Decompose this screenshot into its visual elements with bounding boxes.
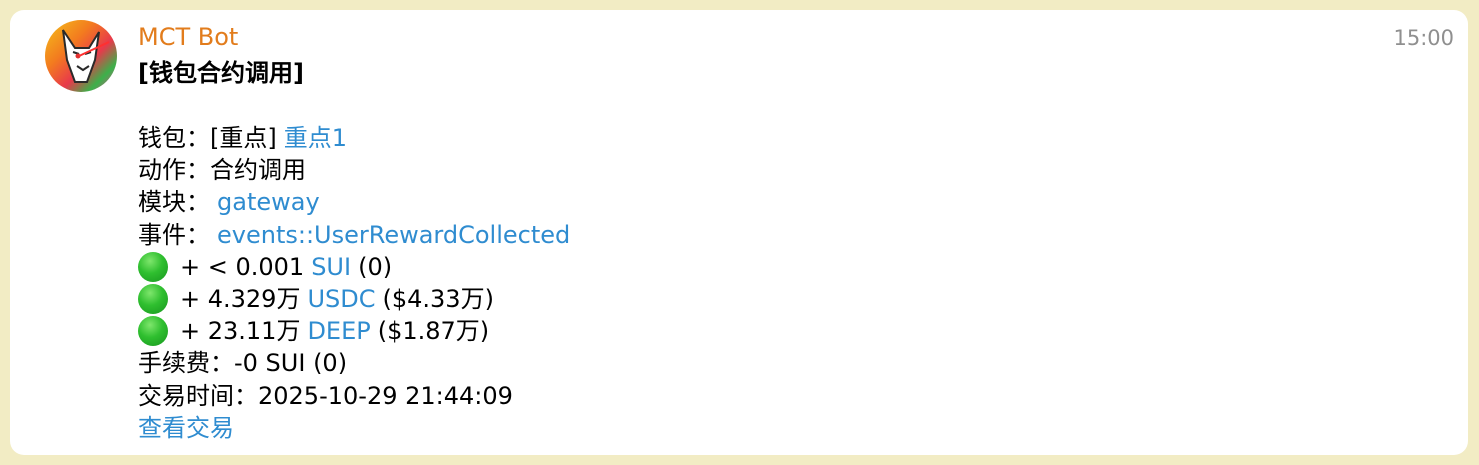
green-circle-icon (138, 284, 168, 315)
message-card: MCT Bot 15:00 [钱包合约调用] 钱包： [重点] 重点1 动作： … (10, 10, 1468, 455)
fox-avatar-icon (45, 20, 117, 92)
action-line: 动作： 合约调用 (138, 154, 570, 186)
sender-name[interactable]: MCT Bot (138, 22, 238, 52)
transfer-row: + < 0.001 SUI (0) (138, 251, 570, 283)
token-link-sui[interactable]: SUI (311, 251, 351, 283)
tx-time-label: 交易时间： (138, 381, 258, 410)
message-time: 15:00 (1393, 26, 1454, 50)
green-circle-icon (138, 316, 168, 347)
view-transaction-link[interactable]: 查看交易 (138, 412, 234, 444)
fee-label: 手续费： (138, 349, 234, 378)
fee-value: -0 SUI (0) (234, 349, 348, 378)
action-label: 动作： (138, 156, 210, 185)
message-title: [钱包合约调用] (138, 59, 304, 87)
green-circle-icon (138, 251, 168, 282)
tx-time-line: 交易时间： 2025-10-29 21:44:09 (138, 380, 570, 412)
transfer-value: ($4.33万) (382, 285, 494, 314)
transfer-value: ($1.87万) (377, 317, 490, 346)
event-link[interactable]: events::UserRewardCollected (217, 219, 570, 251)
wallet-link[interactable]: 重点1 (284, 122, 347, 154)
transfer-value: (0) (358, 252, 393, 281)
action-value: 合约调用 (210, 156, 306, 185)
transfer-amount: + < 0.001 (180, 252, 305, 281)
event-label: 事件： (138, 220, 210, 249)
transfer-amount: + 4.329万 (180, 285, 301, 314)
transfer-row: + 23.11万 DEEP ($1.87万) (138, 315, 570, 347)
token-link-deep[interactable]: DEEP (307, 315, 370, 347)
view-tx-line: 查看交易 (138, 412, 570, 444)
module-line: 模块： gateway (138, 186, 570, 218)
transfer-amount: + 23.11万 (180, 317, 301, 346)
fee-line: 手续费： -0 SUI (0) (138, 347, 570, 379)
bot-avatar[interactable] (45, 20, 117, 92)
tx-time-value: 2025-10-29 21:44:09 (258, 381, 513, 410)
token-link-usdc[interactable]: USDC (307, 283, 375, 315)
wallet-line: 钱包： [重点] 重点1 (138, 122, 570, 154)
module-link[interactable]: gateway (217, 186, 320, 218)
message-body: 钱包： [重点] 重点1 动作： 合约调用 模块： gateway 事件： ev… (138, 122, 570, 444)
transfer-row: + 4.329万 USDC ($4.33万) (138, 283, 570, 315)
module-label: 模块： (138, 188, 210, 217)
wallet-tag: [重点] (210, 124, 277, 153)
wallet-label: 钱包： (138, 124, 210, 153)
event-line: 事件： events::UserRewardCollected (138, 219, 570, 251)
